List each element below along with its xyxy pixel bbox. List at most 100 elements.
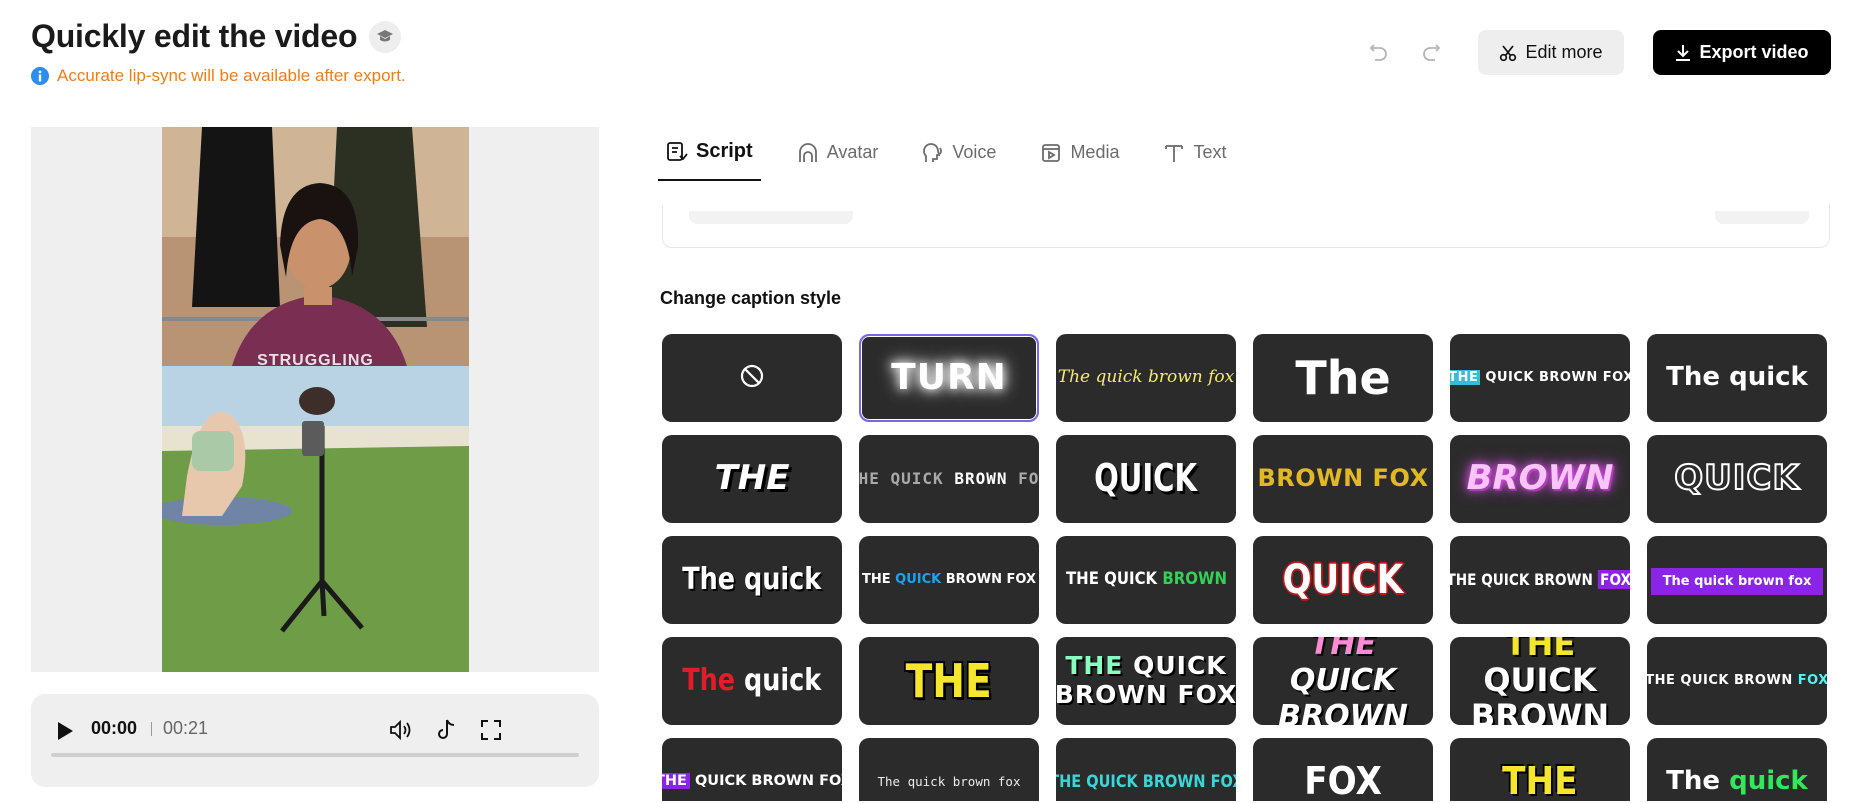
tab-avatar[interactable]: Avatar xyxy=(789,140,887,181)
caption-style-text: QUICK BROWN xyxy=(1470,661,1610,725)
caption-style-preview: THE QUICK BROWN xyxy=(1065,569,1226,590)
caption-style-preview: THE QUICK BROWN FOX xyxy=(1450,370,1630,386)
caption-style-caps-the[interactable]: THE xyxy=(662,435,842,523)
caption-style-preview: QUICK xyxy=(1094,456,1198,501)
caption-style-condensed-the-quick[interactable]: The quick xyxy=(662,536,842,624)
tab-script[interactable]: Script xyxy=(658,140,761,181)
caption-style-glow-turn[interactable]: TURN xyxy=(859,334,1039,422)
caption-style-cyan-highlight[interactable]: THE QUICK BROWN FOX xyxy=(1450,334,1630,422)
caption-style-pink-glow-brown[interactable]: BROWN xyxy=(1450,435,1630,523)
tab-label: Avatar xyxy=(826,142,879,162)
notice-text: Accurate lip-sync will be available afte… xyxy=(57,66,406,85)
caption-style-none[interactable] xyxy=(662,334,842,422)
caption-style-preview: The quick xyxy=(683,564,822,596)
time-divider xyxy=(151,722,152,736)
caption-style-text: QUICK xyxy=(1094,456,1198,501)
caption-style-text: THE QUICK BROWN xyxy=(1647,673,1798,689)
caption-section-title: Change caption style xyxy=(660,288,842,308)
caption-style-text: THE QUICK xyxy=(1065,569,1162,590)
title-row: Quickly edit the video xyxy=(31,18,402,55)
caption-style-bold-the-quick[interactable]: The quick xyxy=(1647,334,1827,422)
caption-style-mono-gray[interactable]: THE QUICK BROWN FOX xyxy=(859,435,1039,523)
caption-style-text: FOX xyxy=(1597,569,1630,589)
play-icon[interactable] xyxy=(51,716,79,746)
caption-style-cyan-condensed[interactable]: THE QUICK BROWN FOX xyxy=(1056,738,1236,801)
caption-style-green-quick[interactable]: The quick xyxy=(1647,738,1827,801)
caption-style-text: The quick brown fox xyxy=(877,774,1021,790)
caption-style-cyan-fox[interactable]: THE QUICK BROWN FOX xyxy=(1647,637,1827,725)
tutorial-icon[interactable] xyxy=(369,20,402,53)
caption-style-text: THE xyxy=(1450,370,1481,386)
current-time: 00:00 xyxy=(91,718,138,738)
broll-clip xyxy=(162,366,469,672)
caption-style-preview: TURN xyxy=(891,359,1007,397)
script-placeholder-right xyxy=(1715,211,1809,224)
caption-style-typewriter[interactable]: The quick brown fox xyxy=(859,738,1039,801)
tab-label: Script xyxy=(696,140,753,162)
caption-style-preview: THE xyxy=(1502,761,1577,801)
caption-style-text: QUICK BROWN xyxy=(1278,663,1408,725)
caption-style-text: THE xyxy=(1309,637,1377,662)
caption-style-text: FOX xyxy=(1018,468,1039,488)
caption-style-purple-the[interactable]: THE QUICK BROWN FOX xyxy=(662,738,842,801)
volume-icon[interactable] xyxy=(387,716,415,744)
caption-style-red-outline-quick[interactable]: QUICK xyxy=(1253,536,1433,624)
caption-style-preview: FOX xyxy=(1304,761,1382,801)
caption-style-purple-fox[interactable]: THE QUICK BROWN FOX xyxy=(1450,536,1630,624)
tab-text[interactable]: Text xyxy=(1155,140,1234,181)
script-icon xyxy=(667,141,688,161)
caption-style-preview: THE QUICK BROWN xyxy=(1471,637,1609,725)
caption-style-outline-quick[interactable]: QUICK xyxy=(1647,435,1827,523)
caption-style-text: The quick brown fox xyxy=(1057,367,1235,388)
caption-style-white-fox[interactable]: FOX xyxy=(1253,738,1433,801)
caption-style-pink-stack[interactable]: THE QUICK BROWN xyxy=(1253,637,1433,725)
caption-style-text: The xyxy=(682,663,736,699)
caption-style-yellow-italic[interactable]: The quick brown fox xyxy=(1056,334,1236,422)
edit-more-label: Edit more xyxy=(1525,42,1603,62)
caption-style-text: THE xyxy=(905,653,993,708)
caption-style-preview: THE QUICK BROWN FOX xyxy=(862,573,1036,587)
caption-style-yellow-stack[interactable]: THE QUICK BROWN xyxy=(1450,637,1630,725)
tab-media[interactable]: Media xyxy=(1032,140,1127,181)
caption-style-yellow-the-2[interactable]: THE xyxy=(1450,738,1630,801)
caption-style-preview: The quick xyxy=(1666,768,1808,795)
tab-voice[interactable]: Voice xyxy=(914,140,1004,181)
caption-style-text: The xyxy=(1666,766,1730,797)
caption-style-red-the-quick[interactable]: The quick xyxy=(662,637,842,725)
edit-more-button[interactable]: Edit more xyxy=(1478,30,1624,75)
caption-style-purple-box[interactable]: The quick brown fox xyxy=(1647,536,1827,624)
video-preview[interactable]: STRUGGLING xyxy=(31,127,599,672)
caption-style-preview: QUICK xyxy=(1282,558,1404,602)
caption-style-yellow-the[interactable]: THE xyxy=(859,637,1039,725)
caption-style-text: quick xyxy=(735,663,822,699)
caption-style-text: QUICK xyxy=(1673,458,1800,499)
script-placeholder-left xyxy=(689,211,853,224)
progress-bar[interactable] xyxy=(51,753,579,757)
avatar-icon xyxy=(798,142,817,162)
undo-icon[interactable] xyxy=(1364,38,1394,68)
caption-style-preview: The xyxy=(1295,354,1390,402)
caption-style-preview: The quick xyxy=(683,665,822,697)
caption-style-bold-the[interactable]: The xyxy=(1253,334,1433,422)
export-video-button[interactable]: Export video xyxy=(1653,30,1831,75)
tiktok-icon[interactable] xyxy=(433,716,461,744)
caption-style-text: THE xyxy=(1504,637,1576,664)
caption-style-mint-stack[interactable]: THE QUICK BROWN FOX xyxy=(1056,637,1236,725)
caption-style-preview: THE QUICK BROWN FOX xyxy=(1056,651,1236,710)
tab-label: Text xyxy=(1193,142,1227,162)
caption-style-text: THE xyxy=(714,458,790,499)
caption-style-text: TURN xyxy=(891,357,1007,399)
caption-style-preview: BROWN xyxy=(1467,460,1614,497)
caption-style-gold-brown-fox[interactable]: BROWN FOX xyxy=(1253,435,1433,523)
caption-style-green-brown[interactable]: THE QUICK BROWN xyxy=(1056,536,1236,624)
caption-style-text: quick xyxy=(1729,766,1808,797)
caption-style-text: BROWN xyxy=(954,468,1008,488)
caption-style-blue-quick[interactable]: THE QUICK BROWN FOX xyxy=(859,536,1039,624)
caption-style-preview: THE xyxy=(906,657,992,705)
caption-style-preview: THE QUICK BROWN FOX xyxy=(662,773,842,790)
caption-style-preview: The quick xyxy=(1666,364,1808,391)
fullscreen-icon[interactable] xyxy=(477,716,505,744)
redo-icon[interactable] xyxy=(1416,38,1446,68)
caption-style-condensed-quick[interactable]: QUICK xyxy=(1056,435,1236,523)
info-icon xyxy=(31,67,49,85)
